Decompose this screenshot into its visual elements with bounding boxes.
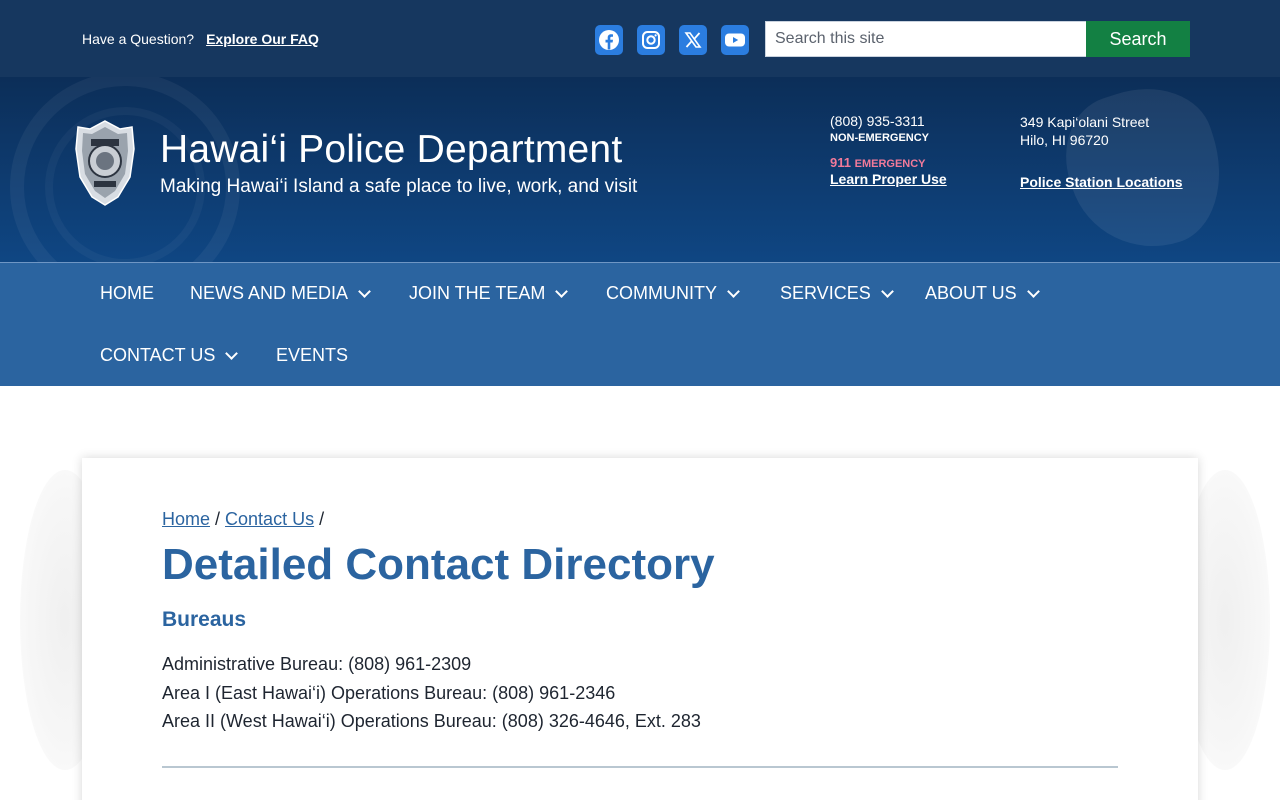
site-tagline: Making Hawai‘i Island a safe place to li… bbox=[160, 176, 638, 197]
list-item: Area I (East Hawai‘i) Operations Bureau:… bbox=[162, 682, 616, 703]
page-title: Detailed Contact Directory bbox=[162, 540, 715, 589]
bureau-list: Administrative Bureau: (808) 961-2309 Ar… bbox=[162, 650, 701, 736]
nav-label: SERVICES bbox=[780, 283, 871, 303]
breadcrumb: Home / Contact Us / bbox=[162, 509, 324, 530]
site-title[interactable]: Hawai‘i Police Department bbox=[160, 128, 622, 172]
instagram-icon[interactable] bbox=[637, 25, 665, 55]
nav-events[interactable]: EVENTS bbox=[276, 345, 348, 366]
search-input[interactable] bbox=[765, 21, 1087, 57]
question-text: Have a Question? bbox=[82, 31, 195, 47]
non-emergency-phone: (808) 935-3311 bbox=[830, 113, 925, 129]
social-links bbox=[595, 25, 749, 55]
station-locations-link[interactable]: Police Station Locations bbox=[1020, 173, 1183, 191]
breadcrumb-separator: / bbox=[215, 509, 221, 529]
section-title-bureaus: Bureaus bbox=[162, 608, 247, 631]
faq-prompt: Have a Question? Explore Our FAQ bbox=[82, 31, 319, 47]
nav-label: HOME bbox=[100, 283, 154, 303]
breadcrumb-separator: / bbox=[319, 509, 325, 529]
nav-about-us[interactable]: ABOUT US bbox=[925, 283, 1040, 304]
utility-bar: Have a Question? Explore Our FAQ Search bbox=[0, 0, 1280, 77]
nav-home[interactable]: HOME bbox=[100, 283, 154, 304]
phone-contacts: (808) 935-3311 NON-EMERGENCY 911 EMERGEN… bbox=[830, 113, 947, 187]
chevron-down-icon bbox=[727, 284, 740, 298]
breadcrumb-contact-us[interactable]: Contact Us bbox=[225, 509, 314, 530]
chevron-down-icon bbox=[225, 346, 239, 360]
emergency-number: 911 bbox=[830, 155, 851, 170]
youtube-icon[interactable] bbox=[721, 25, 749, 55]
main-nav: HOME NEWS AND MEDIA JOIN THE TEAM COMMUN… bbox=[0, 262, 1280, 386]
nav-contact-us[interactable]: CONTACT US bbox=[100, 345, 239, 366]
nav-community[interactable]: COMMUNITY bbox=[606, 283, 740, 304]
nav-services[interactable]: SERVICES bbox=[780, 283, 894, 304]
nav-news-and-media[interactable]: NEWS AND MEDIA bbox=[190, 283, 371, 304]
emergency-line: 911 EMERGENCY bbox=[830, 155, 947, 170]
search-button[interactable]: Search bbox=[1086, 21, 1190, 57]
section-divider bbox=[162, 766, 1118, 768]
address-city: Hilo, HI 96720 bbox=[1020, 132, 1109, 148]
list-item: Area II (West Hawai‘i) Operations Bureau… bbox=[162, 711, 701, 731]
nav-label: ABOUT US bbox=[925, 283, 1017, 303]
site-header: Hawai‘i Police Department Making Hawai‘i… bbox=[0, 77, 1280, 262]
address-street: 349 Kapi‘olani Street bbox=[1020, 114, 1150, 130]
faq-link[interactable]: Explore Our FAQ bbox=[206, 31, 319, 47]
nav-label: COMMUNITY bbox=[606, 283, 717, 303]
facebook-icon[interactable] bbox=[595, 25, 623, 55]
emergency-label: EMERGENCY bbox=[854, 158, 926, 170]
nav-label: JOIN THE TEAM bbox=[409, 283, 546, 303]
nav-label: NEWS AND MEDIA bbox=[190, 283, 349, 303]
content-card: Home / Contact Us / Detailed Contact Dir… bbox=[82, 458, 1198, 800]
nav-label: EVENTS bbox=[276, 345, 349, 365]
nav-join-the-team[interactable]: JOIN THE TEAM bbox=[409, 283, 569, 304]
chevron-down-icon bbox=[1026, 284, 1040, 298]
chevron-down-icon bbox=[358, 284, 371, 298]
chevron-down-icon bbox=[555, 284, 569, 298]
breadcrumb-home[interactable]: Home bbox=[162, 509, 210, 530]
chevron-down-icon bbox=[880, 284, 894, 298]
non-emergency-label: NON-EMERGENCY bbox=[830, 132, 930, 144]
learn-proper-use-link[interactable]: Learn Proper Use bbox=[830, 171, 947, 187]
list-item: Administrative Bureau: (808) 961-2309 bbox=[162, 654, 472, 674]
x-icon[interactable] bbox=[679, 25, 707, 55]
nav-label: CONTACT US bbox=[100, 345, 216, 365]
address-block: 349 Kapi‘olani Street Hilo, HI 96720 Pol… bbox=[1020, 113, 1183, 191]
police-badge-logo[interactable] bbox=[74, 119, 136, 207]
